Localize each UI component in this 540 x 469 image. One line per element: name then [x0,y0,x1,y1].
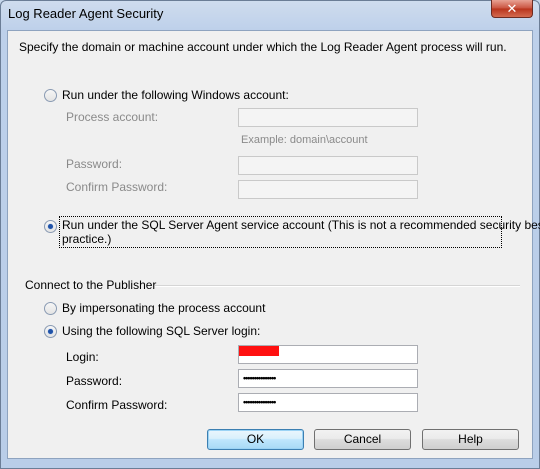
sql-confirm-password-label: Confirm Password: [66,398,168,412]
windows-account-label[interactable]: Run under the following Windows account: [62,88,289,102]
sql-password-label: Password: [66,374,123,388]
sql-password-input[interactable]: ••••••••••••••• [238,369,418,388]
intro-text: Specify the domain or machine account un… [19,40,507,54]
agent-service-radio[interactable] [44,220,57,233]
agent-service-label-line1[interactable]: Run under the SQL Server Agent service a… [62,218,540,232]
windows-confirm-password-label: Confirm Password: [66,180,168,194]
dialog-client-area: Specify the domain or machine account un… [7,30,540,459]
login-input[interactable] [238,345,418,364]
sql-login-radio[interactable] [44,325,57,338]
process-account-input[interactable] [238,108,418,127]
redacted-login-value [239,346,279,356]
ok-button[interactable]: OK [207,429,304,450]
login-label: Login: [66,350,99,364]
windows-account-radio[interactable] [44,89,57,102]
agent-service-label-line2[interactable]: practice.) [62,232,111,246]
process-account-label: Process account: [66,110,159,124]
window-title: Log Reader Agent Security [8,6,164,21]
cancel-button[interactable]: Cancel [314,429,411,450]
close-icon: ✕ [506,1,518,16]
windows-confirm-password-input[interactable] [238,180,418,199]
radio-selected-dot [48,224,53,229]
group-separator [155,285,520,287]
publisher-group-label: Connect to the Publisher [25,278,157,292]
sql-login-label[interactable]: Using the following SQL Server login: [62,324,260,338]
windows-password-label: Password: [66,157,123,171]
help-button[interactable]: Help [422,429,519,450]
close-button[interactable]: ✕ [491,0,533,18]
radio-selected-dot [48,329,53,334]
impersonate-label[interactable]: By impersonating the process account [62,301,265,315]
sql-confirm-password-input[interactable]: ••••••••••••••• [238,393,418,412]
windows-password-input[interactable] [238,156,418,175]
impersonate-radio[interactable] [44,302,57,315]
example-hint: Example: domain\account [241,134,368,146]
title-bar[interactable]: Log Reader Agent Security ✕ [0,0,540,30]
